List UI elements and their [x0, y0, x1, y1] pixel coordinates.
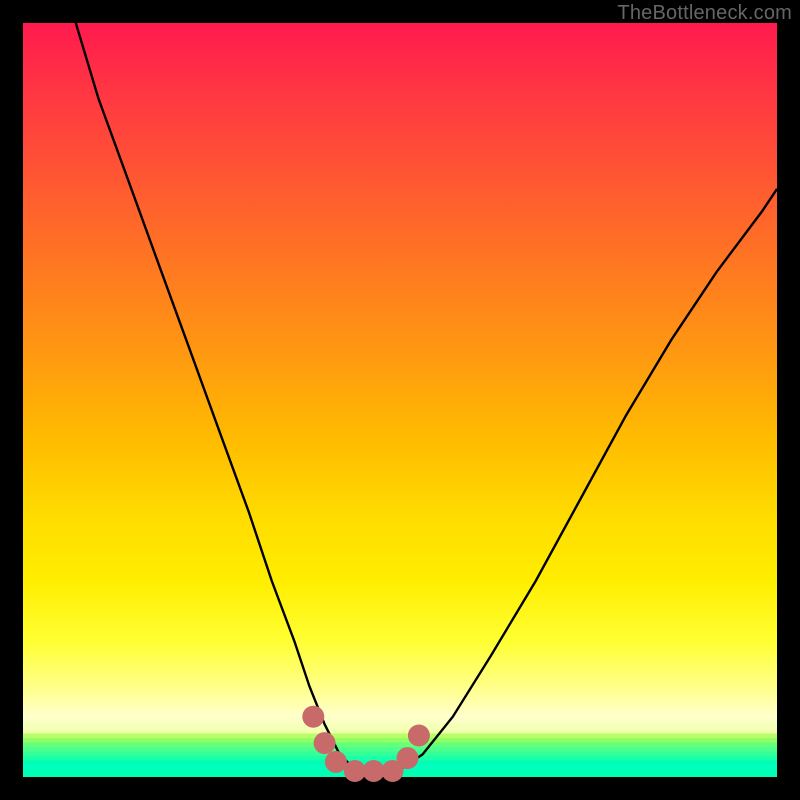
curve-marker: [344, 760, 366, 782]
bottleneck-curve: [76, 23, 777, 773]
curve-marker: [314, 732, 336, 754]
curve-marker: [363, 760, 385, 782]
curve-markers: [302, 706, 430, 782]
curve-marker: [397, 747, 419, 769]
chart-svg: [23, 23, 777, 777]
watermark-text: TheBottleneck.com: [617, 2, 792, 25]
curve-marker: [302, 706, 324, 728]
chart-frame: TheBottleneck.com: [0, 0, 800, 800]
curve-marker: [325, 751, 347, 773]
curve-marker: [408, 725, 430, 747]
